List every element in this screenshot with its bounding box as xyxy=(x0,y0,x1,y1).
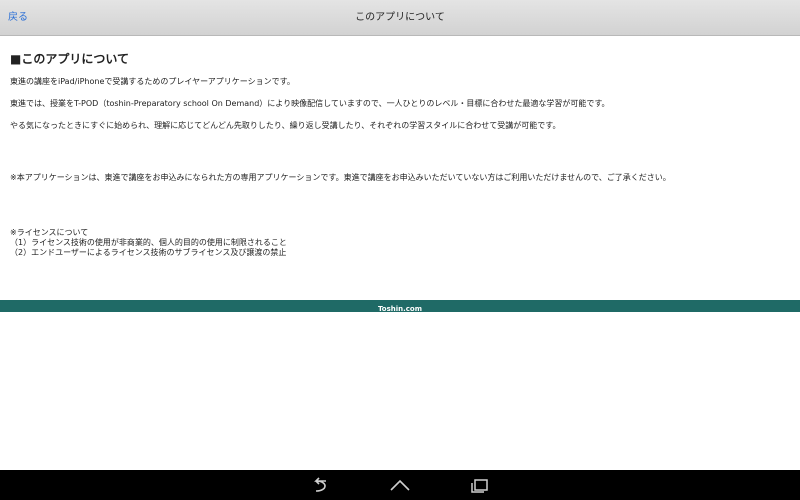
top-navigation-bar: 戻る このアプリについて xyxy=(0,0,800,36)
about-content: ■このアプリについて 東進の講座をiPad/iPhoneで受講するためのプレイヤ… xyxy=(10,50,794,258)
footer-strip: Toshin.com xyxy=(0,300,800,313)
app-screen: 戻る このアプリについて ■このアプリについて 東進の講座をiPad/iPhon… xyxy=(0,0,800,500)
license-item: （2）エンドユーザーによるライセンス技術のサブライセンス及び譲渡の禁止 xyxy=(10,248,287,257)
page-title: このアプリについて xyxy=(355,12,445,23)
tpod-paragraph: 東進では、授業をT-POD（toshin-Preparatory school … xyxy=(10,99,610,108)
home-icon[interactable] xyxy=(386,476,414,494)
footer-link[interactable]: Toshin.com xyxy=(378,305,422,313)
study-style-paragraph: やる気になったときにすぐに始められ、理解に応じてどんどん先取りしたり、繰り返し受… xyxy=(10,121,561,130)
notice-paragraph: ※本アプリケーションは、東進で講座をお申込みになられた方の専用アプリケーションで… xyxy=(10,173,671,182)
license-title: ※ライセンスについて xyxy=(10,228,89,237)
license-item: （1）ライセンス技術の使用が非商業的、個人的目的の使用に制限されること xyxy=(10,238,287,247)
section-heading: ■このアプリについて xyxy=(10,52,129,66)
system-navigation-bar xyxy=(0,470,800,500)
recent-apps-icon[interactable] xyxy=(466,476,494,494)
back-icon[interactable] xyxy=(306,476,334,494)
intro-paragraph: 東進の講座をiPad/iPhoneで受講するためのプレイヤーアプリケーションです… xyxy=(10,77,295,86)
license-section: ※ライセンスについて （1）ライセンス技術の使用が非商業的、個人的目的の使用に制… xyxy=(10,228,794,258)
